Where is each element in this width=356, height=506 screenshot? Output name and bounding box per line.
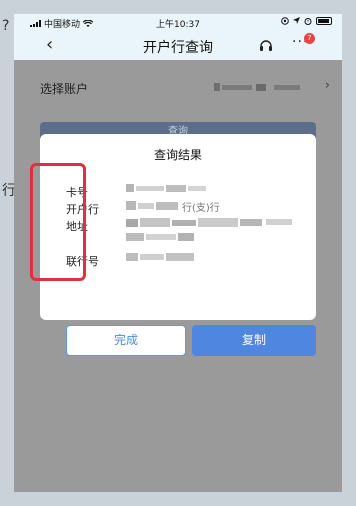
lock-rotation-icon — [281, 17, 289, 25]
location-icon — [293, 17, 300, 24]
account-label: 选择账户 — [40, 82, 89, 96]
nav-bar: ‹ 开户行查询 ··· 7 — [14, 30, 342, 60]
notification-badge: 7 — [304, 33, 315, 44]
chevron-right-icon: › — [324, 78, 330, 93]
bottom-frame — [0, 492, 356, 506]
copy-button[interactable]: 复制 — [192, 325, 316, 356]
alarm-icon — [304, 18, 312, 25]
bank-name-partial: 行(支)行 — [182, 203, 220, 214]
card-number-masked — [126, 184, 206, 192]
bank-code-masked — [126, 253, 194, 261]
account-value-masked — [214, 83, 300, 91]
content-overlay: 选择账户 › 查询 查询结果 卡号 开户行 地址 联行号 行(支)行 完成 复制 — [14, 60, 342, 506]
account-selector[interactable]: 选择账户 › — [26, 72, 330, 104]
done-button[interactable]: 完成 — [66, 325, 186, 356]
battery-icon — [316, 17, 332, 25]
dialog-title: 查询结果 — [153, 148, 202, 162]
highlight-annotation — [30, 163, 86, 281]
status-bar: 中国移动 上午10:37 — [14, 14, 342, 30]
address-masked — [126, 218, 292, 241]
headset-icon[interactable] — [258, 37, 274, 53]
status-right — [281, 17, 332, 25]
left-edge-char: ? — [2, 18, 10, 34]
bank-name-masked: 行(支)行 — [126, 199, 226, 214]
